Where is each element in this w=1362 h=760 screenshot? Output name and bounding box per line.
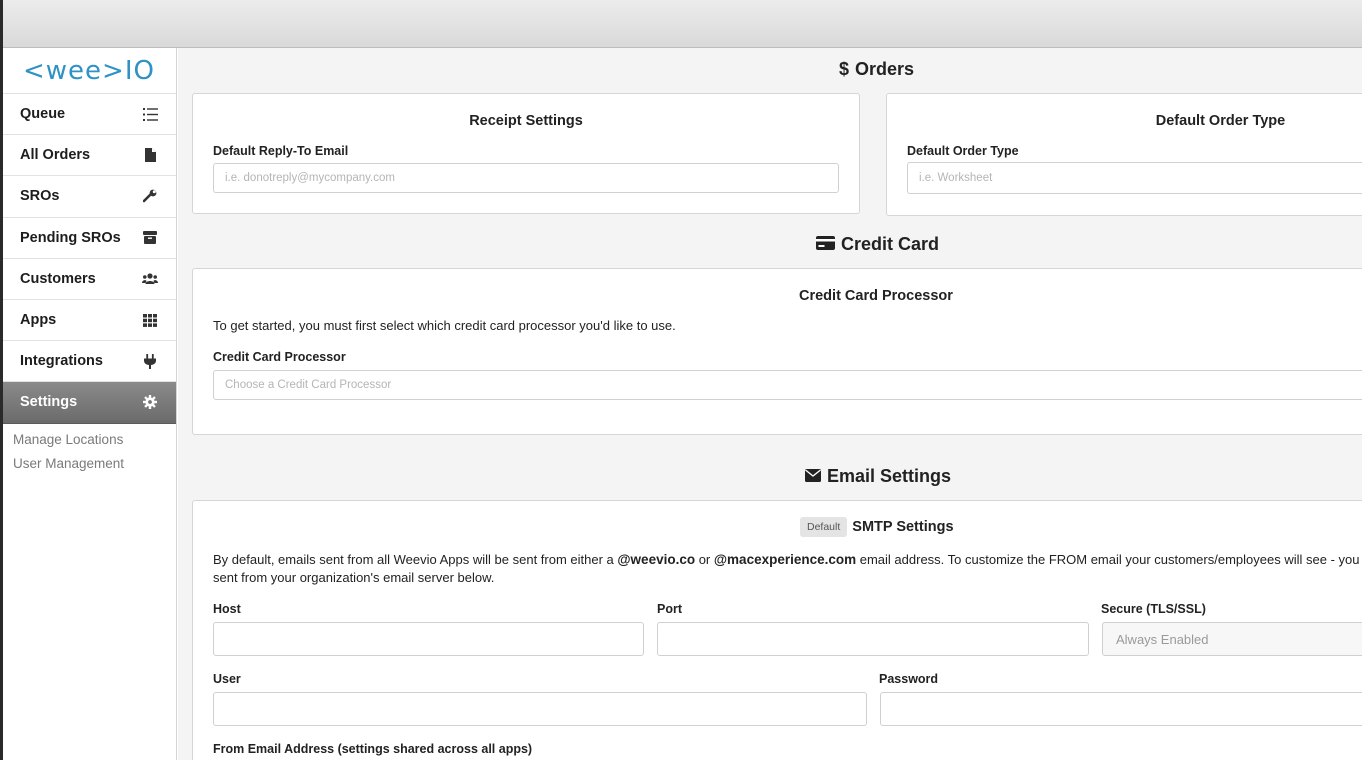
credit-card-title-text: Credit Card	[841, 234, 940, 254]
receipt-settings-card: Receipt Settings Default Reply-To Email	[192, 93, 860, 214]
default-order-type-label: Default Order Type	[907, 144, 1019, 158]
default-badge: Default	[800, 517, 848, 537]
user-label: User	[213, 672, 241, 686]
sidebar-item-queue[interactable]: Queue	[3, 94, 176, 136]
weevio-logo[interactable]: <wee>IO	[3, 48, 176, 94]
secure-tls-ssl-label: Secure (TLS/SSL)	[1101, 602, 1206, 616]
sidebar-item-settings[interactable]: Settings	[3, 382, 176, 424]
document-icon	[142, 147, 158, 163]
sidebar-item-label: Apps	[20, 312, 57, 329]
logo-text: <wee>IO	[23, 55, 155, 86]
host-input[interactable]	[213, 622, 644, 656]
subnav-manage-locations[interactable]: Manage Locations	[3, 428, 176, 452]
users-icon	[142, 271, 158, 287]
envelope-icon	[805, 466, 821, 487]
credit-card-processor-label: Credit Card Processor	[213, 350, 346, 364]
window-title-bar	[0, 0, 1362, 48]
smtp-desc-or: or	[695, 552, 714, 567]
gear-icon	[142, 394, 158, 410]
smtp-desc-line-2: sent from your organization's email serv…	[213, 570, 495, 585]
default-order-type-title: Default Order Type	[1155, 113, 1286, 129]
credit-card-icon	[816, 234, 835, 255]
sidebar-item-label: SROs	[20, 188, 60, 205]
smtp-domain-weevio: @weevio.co	[617, 552, 696, 567]
sidebar-item-label: Settings	[20, 394, 78, 411]
settings-content: $ Orders Receipt Settings Default Reply-…	[178, 48, 1362, 760]
settings-subnav: Manage Locations User Management	[3, 424, 176, 476]
subnav-user-management[interactable]: User Management	[3, 452, 176, 476]
secure-tls-ssl-field: Always Enabled	[1102, 622, 1362, 656]
grid-icon	[142, 312, 158, 328]
smtp-settings-card: Default SMTP Settings By default, emails…	[192, 500, 1362, 760]
smtp-domain-macexperience: @macexperience.com	[713, 552, 857, 567]
sidebar-item-label: Integrations	[20, 353, 103, 370]
user-input[interactable]	[213, 692, 867, 726]
sidebar-item-sros[interactable]: SROs	[3, 176, 176, 218]
sidebar-item-all-orders[interactable]: All Orders	[3, 135, 176, 177]
orders-title-text: Orders	[855, 59, 915, 79]
plug-icon	[142, 353, 158, 369]
smtp-settings-heading: Default SMTP Settings	[800, 517, 954, 537]
dollar-icon: $	[839, 59, 850, 79]
credit-card-intro-text: To get started, you must first select wh…	[213, 318, 676, 333]
sidebar-item-apps[interactable]: Apps	[3, 300, 176, 342]
default-order-type-input[interactable]	[907, 162, 1362, 194]
smtp-desc-text: By default, emails sent from all Weevio …	[213, 552, 618, 567]
reply-to-email-label: Default Reply-To Email	[213, 144, 349, 158]
sidebar-item-label: Queue	[20, 106, 66, 123]
password-label: Password	[879, 672, 939, 686]
smtp-desc-text-2: email address. To customize the FROM ema…	[856, 552, 1360, 567]
wrench-icon	[142, 188, 158, 204]
credit-card-processor-title: Credit Card Processor	[799, 288, 953, 304]
password-input[interactable]	[880, 692, 1362, 726]
port-input[interactable]	[657, 622, 1089, 656]
orders-section-title: $ Orders	[839, 59, 914, 80]
list-icon	[142, 106, 158, 122]
reply-to-email-input[interactable]	[213, 163, 839, 193]
host-label: Host	[213, 602, 241, 616]
credit-card-processor-select[interactable]	[213, 370, 1362, 400]
sidebar-item-label: All Orders	[20, 147, 91, 164]
smtp-settings-title: SMTP Settings	[852, 519, 954, 535]
smtp-description: By default, emails sent from all Weevio …	[213, 551, 1359, 587]
port-label: Port	[657, 602, 682, 616]
sidebar-item-label: Pending SROs	[20, 229, 121, 246]
from-email-address-label: From Email Address (settings shared acro…	[213, 742, 533, 756]
email-settings-section-title: Email Settings	[805, 466, 951, 487]
sidebar-item-integrations[interactable]: Integrations	[3, 341, 176, 383]
default-order-type-card: Default Order Type Default Order Type	[886, 93, 1362, 216]
sidebar-item-pending-sros[interactable]: Pending SROs	[3, 218, 176, 259]
sidebar-item-customers[interactable]: Customers	[3, 259, 176, 300]
email-settings-title-text: Email Settings	[827, 466, 952, 486]
sidebar-item-label: Customers	[20, 270, 96, 287]
receipt-settings-title: Receipt Settings	[469, 113, 583, 129]
sidebar: <wee>IO Queue All Orders SROs Pending SR…	[3, 48, 177, 760]
credit-card-section-title: Credit Card	[816, 234, 939, 255]
credit-card-processor-card: Credit Card Processor To get started, yo…	[192, 268, 1362, 435]
archive-box-icon	[142, 230, 158, 246]
